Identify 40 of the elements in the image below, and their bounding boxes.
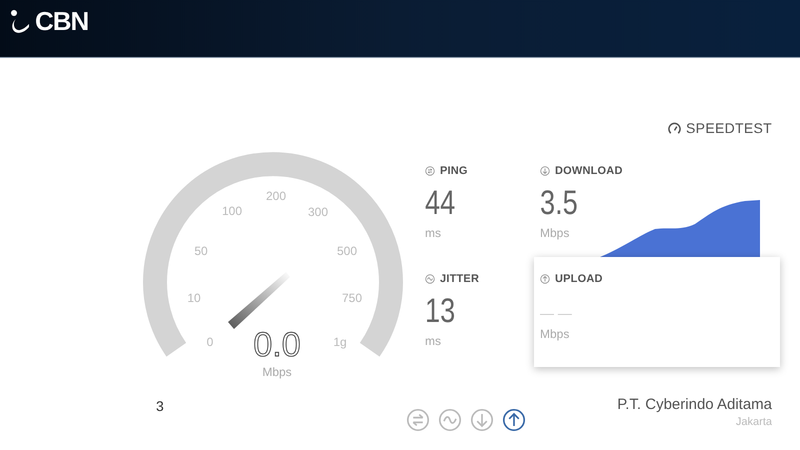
upload-icon: [540, 274, 550, 284]
logo-icon: [10, 8, 32, 34]
speedtest-logo[interactable]: SPEEDTEST: [668, 120, 772, 136]
metric-unit: Mbps: [540, 226, 570, 240]
server-count: 3: [156, 398, 165, 414]
metric-value: — —: [540, 304, 573, 323]
gauge-label: 0: [206, 335, 214, 349]
gauge-label: 50: [194, 244, 208, 258]
metric-value: 13: [425, 292, 456, 330]
metric-label: JITTER: [440, 273, 480, 285]
gauge-label: 300: [308, 205, 328, 219]
gauge-label: 10: [187, 291, 201, 305]
metric-unit: Mbps: [540, 327, 570, 341]
wave-icon[interactable]: [438, 408, 462, 432]
speed-reading: 0.0: [253, 326, 301, 364]
gauge-icon: [668, 122, 682, 134]
gauge-label: 200: [266, 189, 286, 203]
metric-label: PING: [440, 165, 468, 177]
gauge-needle: [228, 272, 290, 329]
download-icon[interactable]: [470, 408, 494, 432]
provider-name[interactable]: P.T. Cyberindo Aditama: [617, 396, 772, 413]
speed-unit: Mbps: [262, 365, 292, 379]
metric-value: 3.5: [540, 184, 579, 222]
gauge-label: 500: [336, 244, 358, 258]
arrows-icon[interactable]: [406, 408, 430, 432]
metric-label: UPLOAD: [555, 273, 603, 285]
arrows-icon: [425, 166, 435, 176]
download-icon: [540, 166, 550, 176]
gauge-label: 100: [222, 204, 242, 218]
metric-unit: ms: [425, 226, 442, 240]
gauge-label: 750: [342, 291, 362, 305]
server-location: Jakarta: [736, 416, 772, 428]
gauge-label: 1g: [333, 335, 347, 349]
wave-icon: [425, 274, 435, 284]
logo-text: CBN: [35, 6, 88, 37]
metric-value: 44: [425, 184, 456, 222]
metric-label: DOWNLOAD: [555, 165, 623, 177]
upload-icon[interactable]: [502, 408, 526, 432]
brand-label: SPEEDTEST: [686, 120, 772, 136]
metric-unit: ms: [425, 334, 442, 348]
